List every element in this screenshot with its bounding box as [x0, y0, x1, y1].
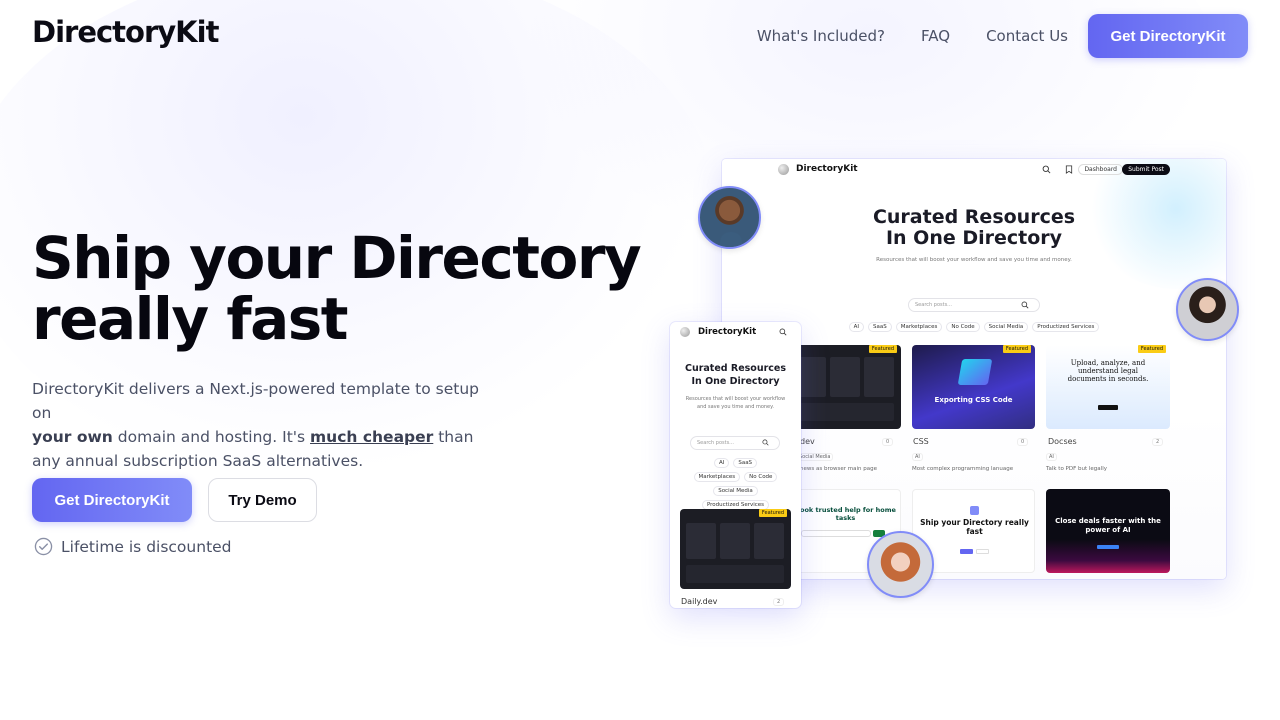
card-image-text: Exporting CSS Code — [934, 396, 1013, 404]
mini-logo: DirectoryKit — [796, 164, 858, 174]
hero-title-line2: really fast — [32, 285, 348, 353]
card-title: CSS — [913, 437, 929, 446]
logo[interactable]: DirectoryKit — [32, 15, 219, 49]
avatar — [867, 531, 934, 598]
mobile-card-image: Featured — [680, 509, 791, 589]
search-icon — [779, 328, 787, 336]
mini-subheading: Resources that will boost your workflow … — [876, 257, 1072, 263]
chip: SaaS — [868, 322, 892, 332]
desc-text: any annual subscription SaaS alternative… — [32, 452, 364, 470]
chip: Marketplaces — [693, 472, 741, 482]
featured-badge: Featured — [758, 509, 787, 517]
mini-dashboard-button: Dashboard — [1078, 164, 1123, 175]
card-image-docses: Upload, analyze, and understand legal do… — [1046, 345, 1170, 429]
hero-title-line1: Ship your Directory — [32, 224, 642, 292]
nav-faq[interactable]: FAQ — [921, 14, 950, 58]
hero-title: Ship your Directory really fast — [32, 228, 642, 353]
check-circle-icon — [34, 537, 53, 556]
card-image-dev: Featured — [788, 345, 901, 429]
mini-logo-icon — [680, 327, 690, 337]
chip: SaaS — [733, 458, 758, 468]
mini-search-input: Search posts... — [908, 298, 1040, 312]
desc-text: DirectoryKit delivers a Next.js-powered … — [32, 380, 480, 422]
card-tag: AI — [1046, 453, 1057, 461]
featured-badge: Featured — [1137, 345, 1166, 353]
mini-submit-button: Submit Post — [1122, 164, 1170, 175]
card-image-text: Book trusted help for home tasks — [795, 506, 896, 522]
desc-bold-your-own: your own — [32, 428, 113, 446]
card-desc: r news as browser main page — [796, 466, 877, 472]
main-nav: What's Included? FAQ Contact Us Get Dire… — [757, 14, 1248, 58]
mini-search-input: Search posts... — [690, 436, 780, 450]
mini-category-chips: AI SaaS Marketplaces No Code Social Medi… — [842, 320, 1106, 334]
chip: Marketplaces — [895, 322, 943, 332]
search-icon — [1042, 165, 1051, 174]
mini-category-chips: AI SaaS Marketplaces No Code Social Medi… — [688, 456, 783, 512]
chip: AI — [848, 322, 865, 332]
mini-subheading: Resources that will boost your workflow … — [685, 396, 786, 410]
mobile-preview-screenshot: DirectoryKit Curated Resources In One Dir… — [670, 322, 801, 608]
desc-text: domain and hosting. It's — [112, 428, 311, 446]
card-image-css: Exporting CSS Code Featured — [912, 345, 1035, 429]
mini-heading: Curated Resources In One Directory — [684, 363, 787, 387]
card-tag: Social Media — [796, 453, 834, 461]
bookmark-icon — [1065, 165, 1073, 174]
mini-logo-icon — [778, 164, 789, 175]
mini-logo: DirectoryKit — [698, 327, 757, 337]
card-image-text: Upload, analyze, and understand legal do… — [1067, 359, 1149, 383]
mini-heading: Curated Resources In One Directory — [872, 206, 1076, 249]
nav-contact-us[interactable]: Contact Us — [986, 14, 1068, 58]
vote-count: 0 — [1017, 438, 1029, 446]
desc-text: than — [433, 428, 474, 446]
chip: Productized Services — [1032, 322, 1100, 332]
chip: Social Media — [713, 486, 758, 496]
try-demo-button[interactable]: Try Demo — [208, 478, 317, 522]
card-title: Daily.dev — [681, 597, 718, 606]
card-tag: AI — [912, 453, 923, 461]
card-title: Docses — [1048, 437, 1077, 446]
site-header: DirectoryKit What's Included? FAQ Contac… — [0, 0, 1280, 70]
lifetime-note: Lifetime is discounted — [34, 537, 232, 556]
search-icon — [762, 439, 769, 446]
vote-count: 2 — [1152, 438, 1164, 446]
desc-much-cheaper: much cheaper — [310, 428, 434, 446]
header-get-directorykit-button[interactable]: Get DirectoryKit — [1088, 14, 1248, 58]
featured-badge: Featured — [868, 345, 897, 353]
card-image-text: Close deals faster with the power of AI — [1055, 517, 1161, 534]
hero-description: DirectoryKit delivers a Next.js-powered … — [32, 377, 502, 473]
search-icon — [1021, 301, 1029, 309]
card-image-text: Ship your Directory really fast — [920, 518, 1029, 536]
card-image-ai-deals: Close deals faster with the power of AI — [1046, 489, 1170, 573]
hero-cta-group: Get DirectoryKit Try Demo — [32, 478, 317, 522]
nav-whats-included[interactable]: What's Included? — [757, 14, 885, 58]
chip: No Code — [946, 322, 980, 332]
card-desc: Talk to PDF but legally — [1046, 466, 1107, 472]
chip: Social Media — [983, 322, 1029, 332]
hero-get-directorykit-button[interactable]: Get DirectoryKit — [32, 478, 192, 522]
chip: No Code — [744, 472, 778, 482]
vote-count: 0 — [882, 438, 894, 446]
lifetime-text: Lifetime is discounted — [61, 537, 232, 556]
avatar — [1176, 278, 1239, 341]
chip: AI — [713, 458, 730, 468]
card-desc: Most complex programming lanuage — [912, 466, 1014, 472]
avatar — [698, 186, 761, 249]
featured-badge: Featured — [1002, 345, 1031, 353]
vote-count: 2 — [773, 598, 785, 606]
card-title: dev — [800, 437, 815, 446]
